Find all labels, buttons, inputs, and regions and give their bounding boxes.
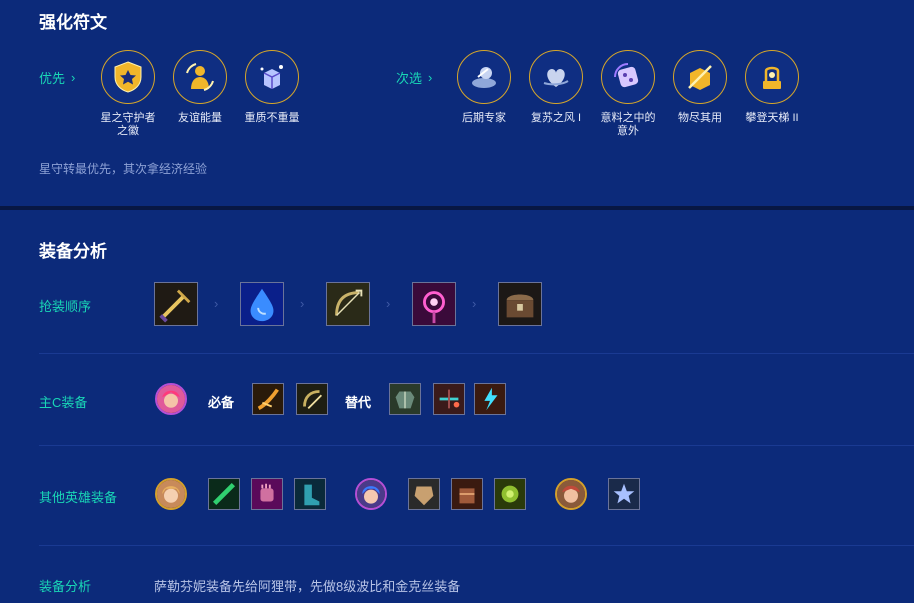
star-guardian-emblem-icon	[101, 50, 155, 104]
rune-late-game-expert[interactable]: 后期专家	[456, 50, 512, 125]
bow-blade-item-icon[interactable]	[296, 383, 328, 415]
healing-wind-icon	[529, 50, 583, 104]
magic-orb-item-icon[interactable]	[412, 282, 456, 326]
alternative-label: 替代	[345, 395, 372, 410]
rune-name: 星之守护者之徽	[100, 112, 156, 137]
boots-item-icon[interactable]	[294, 478, 326, 510]
required-label: 必备	[208, 395, 235, 410]
sword-blade-item-icon[interactable]	[252, 383, 284, 415]
star-crest-item-icon[interactable]	[608, 478, 640, 510]
chevron-right-icon: ›	[386, 296, 391, 311]
rune-expected-surprise[interactable]: 意料之中的意外	[600, 50, 656, 138]
rune-name: 重质不重量	[244, 112, 300, 124]
analysis-label: 装备分析	[39, 579, 92, 594]
plate-armor-item-icon[interactable]	[408, 478, 440, 510]
bow-item-icon[interactable]	[326, 282, 370, 326]
rune-name: 友谊能量	[178, 112, 222, 124]
green-item-icon[interactable]	[208, 478, 240, 510]
champion-avatar[interactable]	[555, 478, 587, 510]
primary-label-text: 优先	[39, 71, 66, 86]
rune-climb-ladder[interactable]: 攀登天梯 II	[744, 50, 800, 125]
champion-avatar[interactable]	[155, 478, 187, 510]
friendship-energy-icon	[173, 50, 227, 104]
chevron-right-icon: ›	[428, 70, 433, 85]
items-title: 装备分析	[39, 242, 107, 261]
quality-over-quantity-icon	[245, 50, 299, 104]
row-separator	[39, 545, 914, 546]
late-game-expert-icon	[457, 50, 511, 104]
carry-champion-avatar[interactable]	[155, 383, 187, 415]
heavy-armor-item-icon[interactable]	[451, 478, 483, 510]
rune-name: 攀登天梯 II	[745, 112, 799, 124]
runes-section: 强化符文 优先 › 星之守护者之徽 友谊能量 重质不重量 次选 › 后期专家 复…	[0, 0, 914, 206]
order-label: 抢装顺序	[39, 299, 92, 314]
chevron-right-icon: ›	[300, 296, 305, 311]
runes-note: 星守转最优先，其次拿经济经验	[39, 162, 208, 176]
rune-make-use[interactable]: 物尽其用	[672, 50, 728, 125]
chevron-right-icon: ›	[472, 296, 477, 311]
secondary-label-text: 次选	[396, 71, 423, 86]
climb-ladder-icon	[745, 50, 799, 104]
lightning-item-icon[interactable]	[474, 383, 506, 415]
warmog-item-icon[interactable]	[494, 478, 526, 510]
rune-quality-over-quantity[interactable]: 重质不重量	[244, 50, 300, 125]
chest-item-icon[interactable]	[498, 282, 542, 326]
crossbow-item-icon[interactable]	[433, 383, 465, 415]
runes-title: 强化符文	[39, 13, 107, 32]
gauntlet-item-icon[interactable]	[251, 478, 283, 510]
rune-star-guardian-emblem[interactable]: 星之守护者之徽	[100, 50, 156, 138]
rune-friendship-energy[interactable]: 友谊能量	[172, 50, 228, 125]
tear-item-icon[interactable]	[240, 282, 284, 326]
armor-item-icon[interactable]	[389, 383, 421, 415]
secondary-label: 次选 ›	[396, 68, 432, 87]
rune-name: 后期专家	[462, 112, 506, 124]
analysis-text: 萨勒芬妮装备先给阿狸带，先做8级波比和金克丝装备	[154, 579, 461, 594]
rune-name: 意料之中的意外	[600, 112, 656, 137]
chevron-right-icon: ›	[214, 296, 219, 311]
chevron-right-icon: ›	[71, 70, 76, 85]
rune-healing-wind[interactable]: 复苏之风 I	[528, 50, 584, 125]
row-separator	[39, 353, 914, 354]
sword-item-icon[interactable]	[154, 282, 198, 326]
others-label: 其他英雄装备	[39, 490, 118, 505]
primary-label: 优先 ›	[39, 68, 75, 87]
champion-avatar[interactable]	[355, 478, 387, 510]
rune-name: 复苏之风 I	[530, 112, 582, 124]
rune-name: 物尽其用	[678, 112, 722, 124]
carry-label: 主C装备	[39, 395, 88, 410]
make-use-icon	[673, 50, 727, 104]
expected-surprise-icon	[601, 50, 655, 104]
row-separator	[39, 445, 914, 446]
